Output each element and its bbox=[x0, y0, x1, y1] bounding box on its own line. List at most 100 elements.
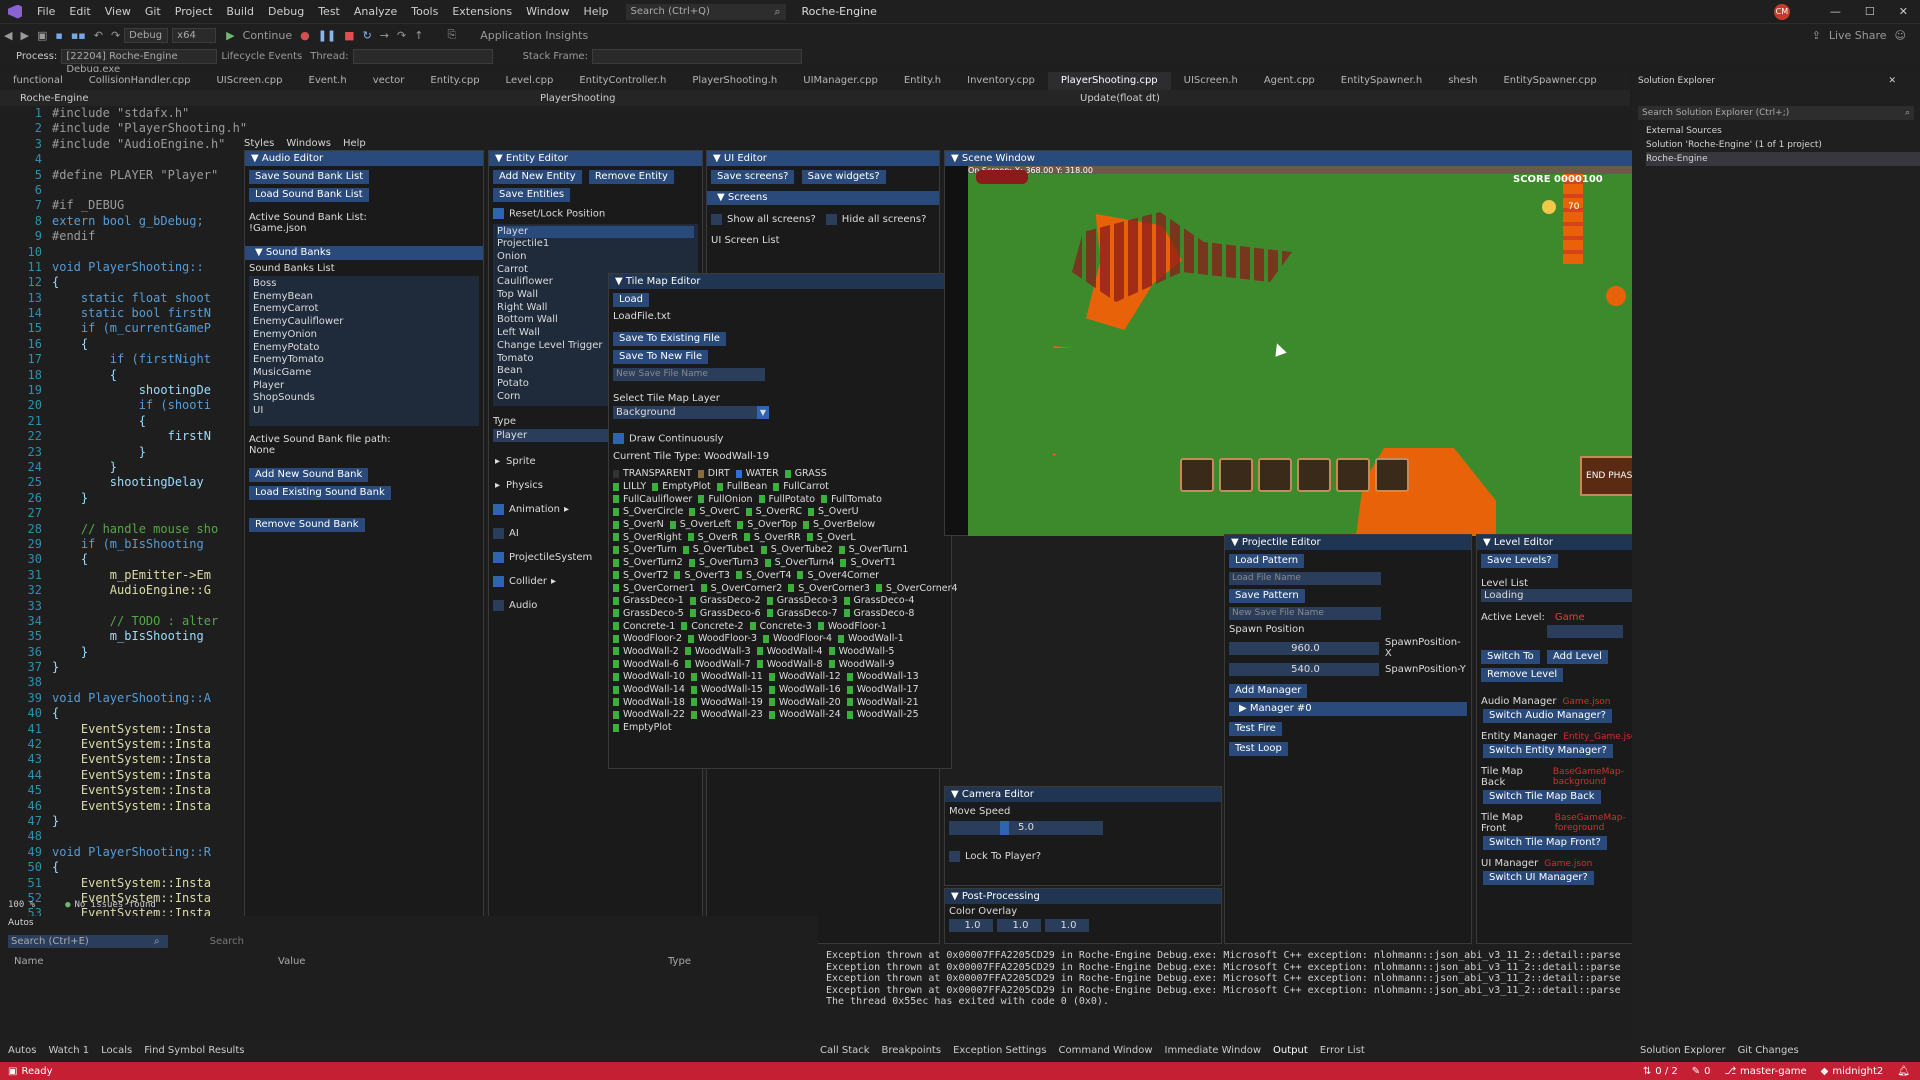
live-share-button[interactable]: Live Share bbox=[1829, 29, 1887, 42]
tile-option[interactable]: S_OverTurn2 bbox=[613, 557, 683, 568]
load-file-input[interactable]: Load File Name bbox=[1229, 572, 1381, 585]
tile-option[interactable]: FullCarrot bbox=[773, 481, 829, 492]
tile-option[interactable]: S_OverTube1 bbox=[682, 544, 755, 555]
save-levels-button[interactable]: Save Levels? bbox=[1481, 554, 1558, 568]
tile-option[interactable]: GrassDeco-7 bbox=[766, 608, 838, 619]
tile-option[interactable]: S_OverTurn4 bbox=[764, 557, 834, 568]
tile-option[interactable]: GrassDeco-4 bbox=[843, 595, 914, 606]
repo-name[interactable]: midnight2 bbox=[1832, 1066, 1883, 1077]
tile-option[interactable]: FullTomato bbox=[821, 494, 882, 505]
expand-icon[interactable]: ▸ bbox=[495, 456, 500, 467]
scene-viewport[interactable]: On Screen: X: 368.00 Y: 318.00 SCORE 000… bbox=[968, 166, 1651, 536]
reset-lock-row[interactable]: Reset/Lock Position bbox=[489, 206, 702, 222]
bottom-tab[interactable]: Output bbox=[1273, 1045, 1308, 1056]
inventory-slot[interactable] bbox=[1180, 458, 1214, 492]
tile-option[interactable]: GrassDeco-8 bbox=[843, 608, 914, 619]
doc-tab[interactable]: UIManager.cpp bbox=[790, 72, 891, 90]
inventory-slot[interactable] bbox=[1336, 458, 1370, 492]
pause-icon[interactable]: ❚❚ bbox=[318, 29, 336, 42]
spawn-y-field[interactable]: 540.0 bbox=[1229, 663, 1379, 676]
bottom-tab[interactable]: Solution Explorer bbox=[1640, 1045, 1726, 1056]
output-panel[interactable]: Exception thrown at 0x00007FFA2205CD29 i… bbox=[818, 948, 1628, 1038]
solution-item[interactable]: External Sources bbox=[1646, 124, 1920, 138]
tile-option[interactable]: FullCauliflower bbox=[613, 494, 692, 505]
doc-tab[interactable]: EntitySpawner.h bbox=[1328, 72, 1435, 90]
doc-tab[interactable]: PlayerShooting.h bbox=[679, 72, 790, 90]
bottom-tab[interactable]: Locals bbox=[101, 1045, 132, 1056]
bottom-tab[interactable]: Git Changes bbox=[1738, 1045, 1799, 1056]
menu-help[interactable]: Help bbox=[583, 5, 608, 18]
repo-icon[interactable]: ◆ bbox=[1821, 1066, 1829, 1077]
restart-icon[interactable]: ↻ bbox=[363, 29, 372, 42]
doc-tab[interactable]: CollisionHandler.cpp bbox=[76, 72, 204, 90]
doc-tab[interactable]: Entity.h bbox=[891, 72, 954, 90]
stack-frame-dropdown[interactable] bbox=[591, 48, 802, 64]
menu-extensions[interactable]: Extensions bbox=[452, 5, 512, 18]
tile-option[interactable]: WoodWall-24 bbox=[768, 709, 841, 720]
remove-entity-button[interactable]: Remove Entity bbox=[588, 170, 674, 184]
inventory-slot[interactable] bbox=[1297, 458, 1331, 492]
git-changes-icon[interactable]: ⇅ bbox=[1643, 1066, 1651, 1077]
bottom-tab[interactable]: Watch 1 bbox=[48, 1045, 89, 1056]
draw-cont-checkbox[interactable] bbox=[613, 433, 624, 444]
ui-editor-title[interactable]: ▼ UI Editor bbox=[707, 151, 939, 166]
nav-scope[interactable]: PlayerShooting bbox=[540, 93, 1080, 104]
manager-0-header[interactable]: ▶ Manager #0 bbox=[1229, 702, 1467, 716]
tile-option[interactable]: FullOnion bbox=[698, 494, 753, 505]
arrow-right-icon[interactable]: ▸ bbox=[551, 576, 556, 587]
bottom-tab[interactable]: Immediate Window bbox=[1165, 1045, 1262, 1056]
save-icon[interactable]: ▪ bbox=[55, 29, 62, 42]
doc-tab[interactable]: vector bbox=[360, 72, 418, 90]
bottom-tab[interactable]: Find Symbol Results bbox=[144, 1045, 244, 1056]
doc-tab[interactable]: PlayerShooting.cpp bbox=[1047, 72, 1171, 90]
tile-option[interactable]: S_OverLeft bbox=[669, 519, 731, 530]
tile-option[interactable]: WoodWall-11 bbox=[690, 671, 763, 682]
tile-option[interactable]: WoodFloor-4 bbox=[763, 633, 832, 644]
post-processing-title[interactable]: ▼ Post-Processing bbox=[945, 889, 1221, 904]
doc-tab[interactable]: UIScreen.cpp bbox=[203, 72, 295, 90]
sound-bank-item[interactable]: EnemyPotato bbox=[253, 342, 475, 355]
tile-option[interactable]: WoodWall-14 bbox=[613, 684, 685, 695]
solution-search[interactable]: Search Solution Explorer (Ctrl+;) ⌕ bbox=[1638, 106, 1914, 120]
tile-option[interactable]: WoodWall-13 bbox=[846, 671, 919, 682]
menu-project[interactable]: Project bbox=[175, 5, 213, 18]
sound-bank-item[interactable]: EnemyTomato bbox=[253, 354, 475, 367]
tile-option[interactable]: Concrete-3 bbox=[749, 621, 812, 632]
entity-editor-title[interactable]: ▼ Entity Editor bbox=[489, 151, 702, 166]
bottom-tab[interactable]: Command Window bbox=[1059, 1045, 1153, 1056]
tile-option[interactable]: WoodWall-20 bbox=[768, 697, 841, 708]
feedback-icon[interactable]: ☺ bbox=[1895, 29, 1906, 42]
save-all-icon[interactable]: ▪▪ bbox=[71, 29, 86, 42]
sound-bank-item[interactable]: Boss bbox=[253, 278, 475, 291]
tile-option[interactable]: WoodWall-12 bbox=[768, 671, 841, 682]
tile-option[interactable]: WoodFloor-3 bbox=[688, 633, 757, 644]
color-b-field[interactable]: 1.0 bbox=[1045, 919, 1089, 932]
tile-option[interactable]: WoodWall-7 bbox=[684, 659, 751, 670]
tile-option[interactable]: WoodWall-3 bbox=[684, 646, 751, 657]
tile-option[interactable]: WoodFloor-2 bbox=[613, 633, 682, 644]
menu-view[interactable]: View bbox=[105, 5, 131, 18]
add-level-button[interactable]: Add Level bbox=[1546, 650, 1608, 664]
tile-option[interactable]: FullPotato bbox=[758, 494, 815, 505]
load-existing-sound-bank-button[interactable]: Load Existing Sound Bank bbox=[249, 486, 391, 500]
tile-option[interactable]: WoodWall-9 bbox=[828, 659, 894, 670]
maximize-icon[interactable]: ☐ bbox=[1865, 5, 1875, 18]
switch-manager-button[interactable]: Switch Entity Manager? bbox=[1483, 744, 1613, 758]
tile-option[interactable]: DIRT bbox=[697, 468, 730, 479]
tile-option[interactable]: WoodWall-18 bbox=[613, 697, 685, 708]
doc-tab[interactable]: Level.cpp bbox=[493, 72, 567, 90]
new-item-icon[interactable]: ▣ bbox=[37, 29, 47, 42]
doc-tab[interactable]: UIScreen.h bbox=[1171, 72, 1251, 90]
branch-name[interactable]: master-game bbox=[1740, 1066, 1807, 1077]
section-checkbox[interactable] bbox=[493, 576, 504, 587]
sound-bank-item[interactable]: ShopSounds bbox=[253, 392, 475, 405]
color-r-field[interactable]: 1.0 bbox=[949, 919, 993, 932]
switch-manager-button[interactable]: Switch Audio Manager? bbox=[1483, 709, 1612, 723]
redo-icon[interactable]: ↷ bbox=[111, 29, 120, 42]
tile-option[interactable]: LILLY bbox=[613, 481, 646, 492]
sound-bank-item[interactable]: Player bbox=[253, 380, 475, 393]
switch-manager-button[interactable]: Switch UI Manager? bbox=[1483, 871, 1594, 885]
undo-icon[interactable]: ↶ bbox=[94, 29, 103, 42]
tile-option[interactable]: S_OverRR bbox=[743, 532, 801, 543]
doc-tab[interactable]: Agent.cpp bbox=[1251, 72, 1328, 90]
